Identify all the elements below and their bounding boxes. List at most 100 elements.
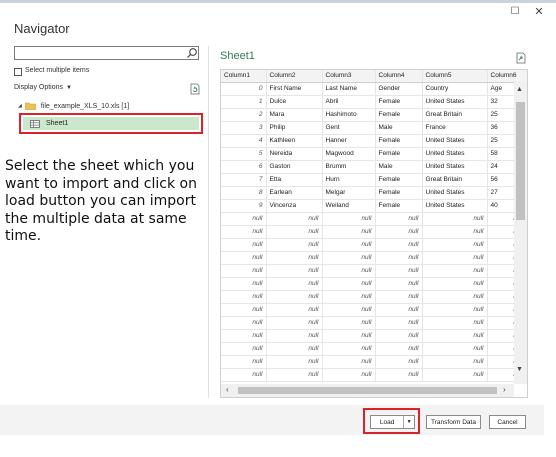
table-cell-null: null	[221, 264, 267, 278]
table-cell-null: null	[322, 238, 376, 252]
display-options-dropdown[interactable]: Display Options ▼	[14, 84, 72, 91]
refresh-icon[interactable]	[190, 83, 200, 95]
table-cell-null: null	[422, 277, 488, 291]
table-row: 1 Dulce Abril Female United States 32	[221, 95, 527, 109]
table-row: 4 Kathleen Hanner Female United States 25	[221, 134, 527, 148]
table-cell: 7	[221, 173, 267, 187]
table-header-row: Column1 Column2 Column3 Column4 Column5 Colum…	[221, 70, 527, 83]
window-top-bar	[0, 0, 556, 3]
table-cell: 8	[221, 186, 267, 200]
table-row: 0 First Name Last Name Gender Country Age	[221, 82, 527, 96]
tutorial-annotation: Select the sheet which you want to impor…	[5, 158, 197, 244]
maximize-icon[interactable]: ☐	[509, 6, 521, 18]
table-cell: Female	[375, 147, 423, 161]
search-input[interactable]	[14, 46, 199, 60]
table-cell-null: null	[266, 251, 323, 265]
table-cell-null: null	[266, 303, 323, 317]
horizontal-scrollbar[interactable]: ‹ ›	[221, 384, 514, 397]
horizontal-scroll-thumb[interactable]	[238, 387, 497, 394]
table-row: 5 Nereida Magwood Female United States 58	[221, 147, 527, 161]
table-cell-null: null	[375, 251, 423, 265]
export-icon[interactable]	[516, 52, 526, 64]
table-cell-null: null	[266, 316, 323, 330]
preview-grid[interactable]: Column1 Column2 Column3 Column4 Column5 Colum…	[220, 69, 528, 398]
table-cell-null: null	[422, 212, 488, 226]
load-button-label: Load	[379, 418, 395, 426]
table-cell: United States	[422, 160, 488, 174]
collapse-icon[interactable]: ◢	[18, 103, 22, 109]
table-cell-null: null	[375, 238, 423, 252]
table-row: nullnullnullnullnullnull	[221, 303, 527, 317]
table-cell-null: null	[322, 316, 376, 330]
scroll-down-icon[interactable]: ▼	[516, 366, 523, 373]
table-cell-null: null	[221, 329, 267, 343]
table-cell-null: null	[266, 290, 323, 304]
folder-icon	[24, 102, 36, 110]
pane-divider[interactable]	[208, 46, 209, 398]
transform-data-button[interactable]: Transform Data	[426, 415, 481, 429]
column-header[interactable]: Column4	[375, 70, 423, 83]
table-cell: Gent	[322, 121, 376, 135]
search-icon[interactable]	[186, 47, 198, 59]
table-cell-null: null	[322, 342, 376, 356]
vertical-scrollbar[interactable]: ▲ ▼	[514, 82, 527, 384]
table-cell: Philip	[266, 121, 323, 135]
table-row: 7 Etta Hurn Female Great Britain 56	[221, 173, 527, 187]
table-cell-null: null	[266, 277, 323, 291]
sheet-item-sheet1[interactable]: Sheet1	[19, 113, 203, 134]
table-cell: Earlean	[266, 186, 323, 200]
table-cell-null: null	[266, 329, 323, 343]
table-cell-null: null	[375, 290, 423, 304]
table-cell: Female	[375, 186, 423, 200]
table-cell: Male	[375, 121, 423, 135]
select-multiple-checkbox[interactable]	[14, 68, 22, 76]
load-button[interactable]: Load ▼	[370, 415, 415, 429]
table-cell: Female	[375, 173, 423, 187]
file-tree-item[interactable]: ◢ file_example_XLS_10.xls [1]	[18, 102, 129, 110]
column-header[interactable]: Column6	[487, 70, 527, 83]
table-cell: Abril	[322, 95, 376, 109]
scroll-right-icon[interactable]: ›	[503, 385, 506, 394]
table-row: nullnullnullnullnullnull	[221, 251, 527, 265]
table-cell-null: null	[375, 277, 423, 291]
cancel-button[interactable]: Cancel	[489, 415, 526, 429]
table-cell: Mara	[266, 108, 323, 122]
column-header[interactable]: Column5	[422, 70, 488, 83]
table-cell: Female	[375, 199, 423, 213]
table-cell-null: null	[322, 264, 376, 278]
vertical-scroll-thumb[interactable]	[516, 102, 525, 220]
table-cell-null: null	[422, 355, 488, 369]
table-cell-null: null	[375, 212, 423, 226]
scroll-up-icon[interactable]: ▲	[516, 86, 523, 93]
table-cell-null: null	[221, 238, 267, 252]
close-icon[interactable]: ✕	[533, 6, 545, 18]
table-cell-null: null	[422, 251, 488, 265]
table-cell-null: null	[221, 251, 267, 265]
column-header[interactable]: Column2	[266, 70, 323, 83]
table-row: nullnullnullnullnullnull	[221, 342, 527, 356]
table-cell: Weiland	[322, 199, 376, 213]
table-cell-null: null	[266, 342, 323, 356]
table-cell-null: null	[322, 368, 376, 382]
table-cell: Melgar	[322, 186, 376, 200]
table-cell: 5	[221, 147, 267, 161]
table-cell-null: null	[322, 277, 376, 291]
table-cell: Male	[375, 160, 423, 174]
table-cell: Last Name	[322, 82, 376, 96]
table-cell: Great Britain	[422, 173, 488, 187]
column-header[interactable]: Column1	[221, 70, 267, 83]
chevron-down-icon[interactable]: ▼	[403, 416, 414, 428]
table-cell: United States	[422, 147, 488, 161]
table-cell: Nereida	[266, 147, 323, 161]
table-cell: 9	[221, 199, 267, 213]
column-header[interactable]: Column3	[322, 70, 376, 83]
table-cell: Etta	[266, 173, 323, 187]
table-cell-null: null	[322, 303, 376, 317]
table-row: nullnullnullnullnullnull	[221, 225, 527, 239]
table-cell-null: null	[322, 355, 376, 369]
table-row: nullnullnullnullnullnull	[221, 277, 527, 291]
table-cell: Brumm	[322, 160, 376, 174]
table-cell: Kathleen	[266, 134, 323, 148]
table-cell-null: null	[266, 355, 323, 369]
scroll-left-icon[interactable]: ‹	[226, 385, 229, 394]
